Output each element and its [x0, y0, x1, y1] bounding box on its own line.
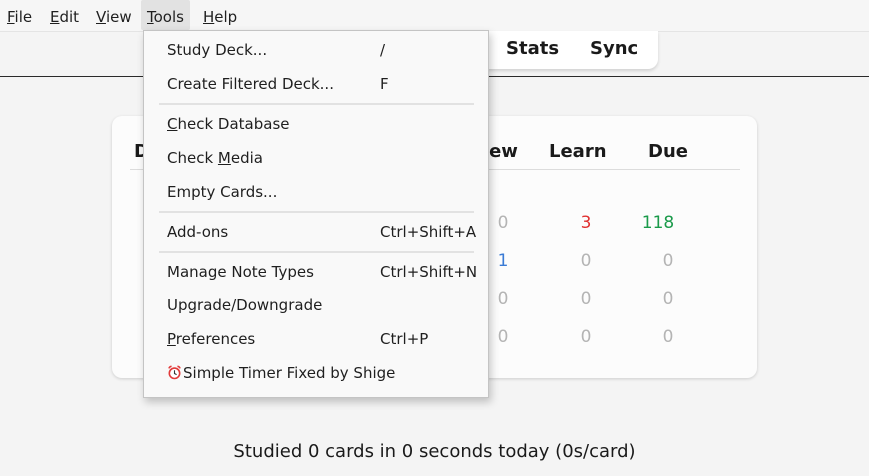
alarm-clock-icon: [167, 360, 182, 380]
menu-item-upgrade-downgrade[interactable]: Upgrade/Downgrade: [144, 290, 488, 320]
deck-row-3-new[interactable]: 0: [483, 289, 523, 309]
menu-bar: File Edit View Tools Help: [0, 0, 869, 32]
shortcut-label: Ctrl+Shift+N: [380, 263, 478, 281]
study-stats-footer: Studied 0 cards in 0 seconds today (0s/c…: [233, 441, 636, 462]
menu-file[interactable]: File: [1, 0, 38, 30]
shortcut-label: Ctrl+Shift+A: [380, 223, 477, 241]
deck-row-3-learn[interactable]: 0: [566, 289, 606, 309]
menu-separator: [159, 103, 474, 105]
menu-item-check-database[interactable]: Check Database: [144, 109, 488, 139]
deck-row-2-due[interactable]: 0: [648, 251, 688, 271]
deck-row-4-due[interactable]: 0: [648, 327, 688, 347]
menu-separator: [159, 211, 474, 213]
menu-item-study-deck[interactable]: Study Deck... /: [144, 35, 488, 65]
menu-tools[interactable]: Tools: [141, 0, 190, 30]
learn-column-header: Learn: [549, 141, 607, 162]
deck-row-2-new[interactable]: 1: [483, 251, 523, 271]
menu-item-create-filtered-deck[interactable]: Create Filtered Deck... F: [144, 69, 488, 99]
sync-link[interactable]: Sync: [590, 38, 638, 59]
deck-row-4-learn[interactable]: 0: [566, 327, 606, 347]
menu-item-preferences[interactable]: Preferences Ctrl+P: [144, 324, 488, 354]
menu-item-empty-cards[interactable]: Empty Cards...: [144, 177, 488, 207]
shortcut-label: F: [380, 75, 389, 93]
deck-row-3-due[interactable]: 0: [648, 289, 688, 309]
deck-row-4-new[interactable]: 0: [483, 327, 523, 347]
deck-row-2-learn[interactable]: 0: [566, 251, 606, 271]
shortcut-label: /: [380, 41, 386, 59]
menu-help[interactable]: Help: [197, 0, 243, 30]
menu-edit[interactable]: Edit: [44, 0, 85, 30]
menu-item-manage-note-types[interactable]: Manage Note Types Ctrl+Shift+N: [144, 257, 488, 287]
menu-item-check-media[interactable]: Check Media: [144, 143, 488, 173]
menu-separator: [159, 251, 474, 253]
due-column-header: Due: [648, 141, 688, 162]
deck-row-1-due[interactable]: 118: [638, 213, 678, 233]
stats-link[interactable]: Stats: [506, 38, 559, 59]
menu-item-add-ons[interactable]: Add-ons Ctrl+Shift+A: [144, 217, 488, 247]
deck-row-1-new[interactable]: 0: [483, 213, 523, 233]
shortcut-label: Ctrl+P: [380, 330, 429, 348]
menu-view[interactable]: View: [90, 0, 138, 30]
tools-dropdown-menu: Study Deck... / Create Filtered Deck... …: [143, 30, 489, 398]
deck-row-1-learn[interactable]: 3: [566, 213, 606, 233]
menu-item-simple-timer[interactable]: Simple Timer Fixed by Shige: [144, 358, 488, 388]
